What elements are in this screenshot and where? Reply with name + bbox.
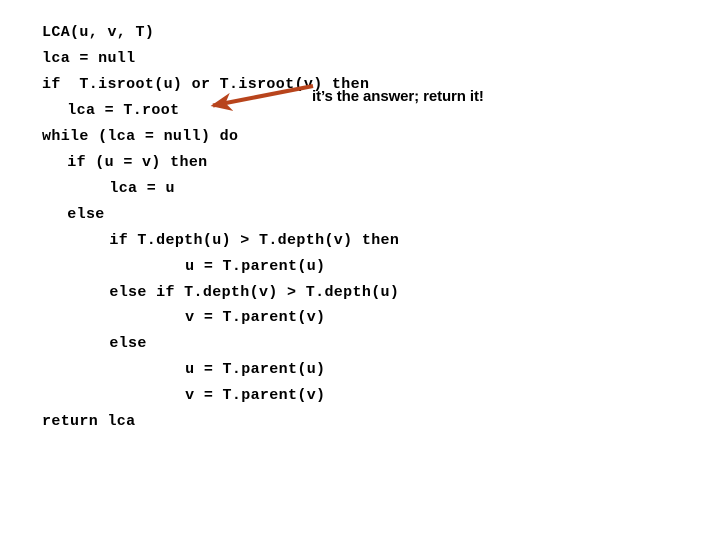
code-line: v = T.parent(v): [185, 309, 326, 327]
code-line: v = T.parent(v): [185, 387, 326, 405]
code-line: else if T.depth(v) > T.depth(u): [109, 283, 400, 301]
code-line: lca = u: [109, 179, 175, 197]
code-line: LCA(u, v, T): [42, 24, 155, 41]
code-line: if (u = v) then: [67, 153, 208, 171]
code-line: return lca: [42, 413, 136, 431]
annotation-arrow-icon: [210, 83, 314, 111]
code-line: lca = T.root: [67, 101, 180, 119]
code-line: u = T.parent(u): [185, 361, 326, 379]
slide-canvas: LCA(u, v, T) lca = null if T.isroot(u) or …: [0, 0, 720, 540]
code-line: while (lca = null) do: [42, 127, 239, 145]
code-line: lca = null: [42, 49, 136, 67]
code-line: u = T.parent(u): [185, 257, 326, 275]
code-line: if T.depth(u) > T.depth(v) then: [109, 231, 400, 249]
code-line: else: [109, 335, 147, 353]
pseudocode-block: LCA(u, v, T) lca = null if T.isroot(u) or …: [0, 0, 720, 540]
annotation-label: it’s the answer; return it!: [312, 88, 484, 105]
code-line: else: [67, 205, 105, 223]
